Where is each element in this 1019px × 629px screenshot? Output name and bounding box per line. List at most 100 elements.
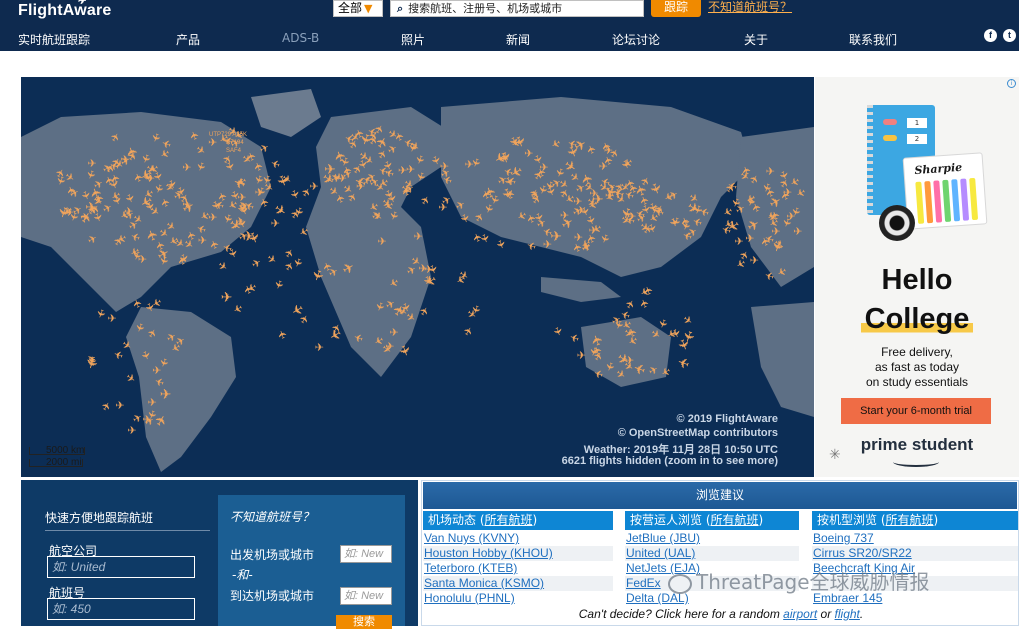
nav-products[interactable]: 产品 — [176, 31, 200, 48]
flight-marker-icon[interactable]: ✈ — [339, 259, 357, 279]
track-button[interactable]: 跟踪 — [651, 0, 701, 17]
flight-marker-icon[interactable]: ✈ — [673, 337, 692, 353]
aircraft-type-link[interactable]: Cirrus SR20/SR22 — [812, 546, 1018, 561]
flight-marker-icon[interactable]: ✈ — [584, 143, 599, 156]
live-flight-map[interactable]: ✈ ✈ ✈ ✈ ✈ ✈ ✈ ✈ ✈ ✈ ✈ ✈ ✈ ✈ ✈ ✈ ✈ ✈ ✈ ✈ ✈ ✈ ✈ ✈ ✈ ✈ ✈ ✈ ✈ ✈ ✈ ✈ ✈ ✈ ✈ ✈ ✈ ✈ ✈ ✈… — [21, 77, 814, 477]
flight-marker-icon[interactable]: ✈ — [543, 239, 552, 250]
flight-marker-icon[interactable]: ✈ — [735, 236, 744, 247]
flight-marker-icon[interactable]: ✈ — [352, 330, 365, 345]
flight-marker-icon[interactable]: ✈ — [65, 207, 74, 218]
flight-marker-icon[interactable]: ✈ — [83, 168, 98, 181]
unknown-flight-link[interactable]: 不知道航班号？ — [708, 0, 792, 15]
flight-marker-icon[interactable]: ✈ — [315, 342, 324, 353]
flight-marker-icon[interactable]: ✈ — [493, 238, 508, 251]
flight-marker-icon[interactable]: ✈ — [160, 388, 172, 402]
ad-cta-button[interactable]: Start your 6-month trial — [841, 398, 991, 424]
flight-marker-icon[interactable]: ✈ — [387, 275, 401, 291]
flight-marker-icon[interactable]: ✈ — [251, 159, 266, 172]
flight-marker-icon[interactable]: ✈ — [378, 236, 387, 247]
flight-marker-icon[interactable]: ✈ — [793, 226, 802, 237]
flight-marker-icon[interactable]: ✈ — [658, 363, 672, 379]
flight-marker-icon[interactable]: ✈ — [152, 365, 161, 376]
flight-marker-icon[interactable]: ✈ — [438, 202, 447, 213]
flightaware-logo[interactable]: FlightAware ✈ — [18, 0, 111, 20]
all-flights-link[interactable]: 所有航班 — [485, 513, 533, 527]
flight-marker-icon[interactable]: ✈ — [175, 254, 190, 267]
flight-marker-icon[interactable]: ✈ — [275, 328, 290, 341]
flight-marker-icon[interactable]: ✈ — [80, 212, 89, 223]
flight-marker-icon[interactable]: ✈ — [457, 212, 472, 225]
flight-marker-icon[interactable]: ✈ — [592, 365, 605, 380]
flight-marker-icon[interactable]: ✈ — [548, 136, 562, 152]
flight-marker-icon[interactable]: ✈ — [249, 256, 263, 272]
flight-marker-icon[interactable]: ✈ — [208, 137, 217, 148]
flight-marker-icon[interactable]: ✈ — [236, 204, 251, 217]
flight-marker-icon[interactable]: ✈ — [144, 326, 160, 340]
amazon-prime-student-ad[interactable]: i 1 2 Sharpie Hello College Free deliver… — [815, 77, 1019, 477]
flight-marker-icon[interactable]: ✈ — [766, 166, 775, 177]
flight-marker-icon[interactable]: ✈ — [471, 210, 487, 224]
flight-marker-icon[interactable]: ✈ — [138, 254, 147, 265]
flight-marker-icon[interactable]: ✈ — [93, 306, 108, 319]
flight-marker-icon[interactable]: ✈ — [129, 229, 142, 244]
flight-marker-icon[interactable]: ✈ — [549, 325, 564, 338]
flight-marker-icon[interactable]: ✈ — [619, 307, 632, 322]
flight-marker-icon[interactable]: ✈ — [525, 238, 538, 253]
flight-marker-icon[interactable]: ✈ — [142, 300, 157, 313]
search-scope-select[interactable]: 全部 ▼ — [333, 0, 383, 17]
flight-marker-icon[interactable]: ✈ — [193, 142, 208, 158]
flight-marker-icon[interactable]: ✈ — [108, 130, 124, 144]
flight-marker-icon[interactable]: ✈ — [618, 158, 633, 171]
flight-marker-icon[interactable]: ✈ — [127, 425, 136, 436]
flight-marker-icon[interactable]: ✈ — [158, 196, 173, 209]
flight-marker-icon[interactable]: ✈ — [390, 327, 399, 338]
flight-marker-icon[interactable]: ✈ — [438, 165, 452, 181]
flight-marker-icon[interactable]: ✈ — [395, 342, 414, 358]
nav-live-tracking[interactable]: 实时航班跟踪 — [18, 31, 90, 48]
nav-news[interactable]: 新闻 — [506, 31, 530, 48]
flight-marker-icon[interactable]: ✈ — [637, 297, 652, 310]
nav-about[interactable]: 关于 — [744, 31, 768, 48]
flight-marker-icon[interactable]: ✈ — [221, 291, 233, 305]
flight-marker-icon[interactable]: ✈ — [271, 278, 286, 291]
flight-marker-icon[interactable]: ✈ — [310, 181, 319, 192]
flight-marker-icon[interactable]: ✈ — [604, 145, 613, 156]
flight-marker-icon[interactable]: ✈ — [143, 414, 152, 425]
destination-input[interactable]: 如: New — [340, 587, 392, 605]
flight-marker-icon[interactable]: ✈ — [596, 232, 611, 245]
aircraft-type-link[interactable]: Boeing 737 — [812, 531, 1018, 546]
flight-marker-icon[interactable]: ✈ — [384, 192, 399, 205]
flight-marker-icon[interactable]: ✈ — [85, 231, 99, 247]
flight-marker-icon[interactable]: ✈ — [461, 324, 477, 338]
flight-marker-icon[interactable]: ✈ — [783, 187, 792, 198]
flight-marker-icon[interactable]: ✈ — [121, 154, 130, 165]
flight-marker-icon[interactable]: ✈ — [560, 210, 569, 221]
origin-input[interactable]: 如: New — [340, 545, 392, 563]
flight-marker-icon[interactable]: ✈ — [775, 263, 789, 279]
nav-photos[interactable]: 照片 — [401, 31, 425, 48]
flight-marker-icon[interactable]: ✈ — [648, 327, 663, 343]
flight-marker-icon[interactable]: ✈ — [269, 156, 282, 171]
flight-marker-icon[interactable]: ✈ — [568, 330, 581, 345]
operator-link[interactable]: JetBlue (JBU) — [625, 531, 799, 546]
airline-input[interactable]: 如: United — [47, 556, 195, 578]
flight-marker-icon[interactable]: ✈ — [138, 349, 153, 362]
search-input[interactable]: ⌕ 搜索航班、注册号、机场或城市 — [390, 0, 644, 17]
flight-marker-icon[interactable]: ✈ — [195, 220, 208, 235]
flight-marker-icon[interactable]: ✈ — [646, 362, 660, 378]
flight-marker-icon[interactable]: ✈ — [132, 321, 147, 334]
airport-link[interactable]: Houston Hobby (KHOU) — [423, 546, 613, 561]
flight-marker-icon[interactable]: ✈ — [599, 161, 608, 172]
flight-marker-icon[interactable]: ✈ — [112, 347, 125, 362]
flight-marker-icon[interactable]: ✈ — [414, 231, 423, 242]
flight-marker-icon[interactable]: ✈ — [98, 399, 114, 413]
flight-marker-icon[interactable]: ✈ — [198, 235, 207, 246]
flight-marker-icon[interactable]: ✈ — [88, 158, 97, 169]
flight-marker-icon[interactable]: ✈ — [743, 195, 758, 208]
flight-marker-icon[interactable]: ✈ — [230, 300, 244, 316]
flight-marker-icon[interactable]: ✈ — [416, 304, 432, 318]
flight-marker-icon[interactable]: ✈ — [231, 172, 247, 191]
airport-link[interactable]: Teterboro (KTEB) — [423, 561, 613, 576]
flight-marker-icon[interactable]: ✈ — [589, 332, 608, 348]
flight-marker-icon[interactable]: ✈ — [424, 264, 433, 275]
